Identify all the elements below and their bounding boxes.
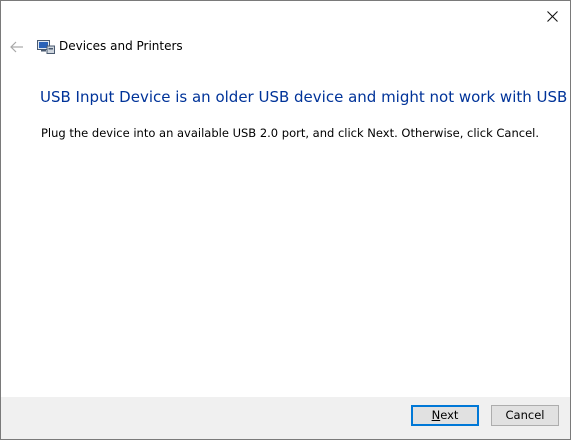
page-heading: USB Input Device is an older USB device … <box>40 88 571 106</box>
back-button[interactable] <box>9 39 25 55</box>
instruction-text: Plug the device into an available USB 2.… <box>41 126 539 140</box>
cancel-button[interactable]: Cancel <box>491 405 559 426</box>
button-bar: Next Cancel <box>1 397 570 439</box>
close-button[interactable] <box>534 1 570 31</box>
wizard-window: Devices and Printers USB Input Device is… <box>0 0 571 440</box>
close-icon <box>546 10 558 22</box>
window-title: Devices and Printers <box>59 39 183 53</box>
next-button-label: Next <box>431 408 459 422</box>
cancel-button-label: Cancel <box>505 408 545 422</box>
arrow-left-icon <box>10 41 23 53</box>
next-button[interactable]: Next <box>411 405 479 426</box>
devices-and-printers-icon <box>37 40 55 54</box>
navigation-bar: Devices and Printers <box>1 32 570 62</box>
